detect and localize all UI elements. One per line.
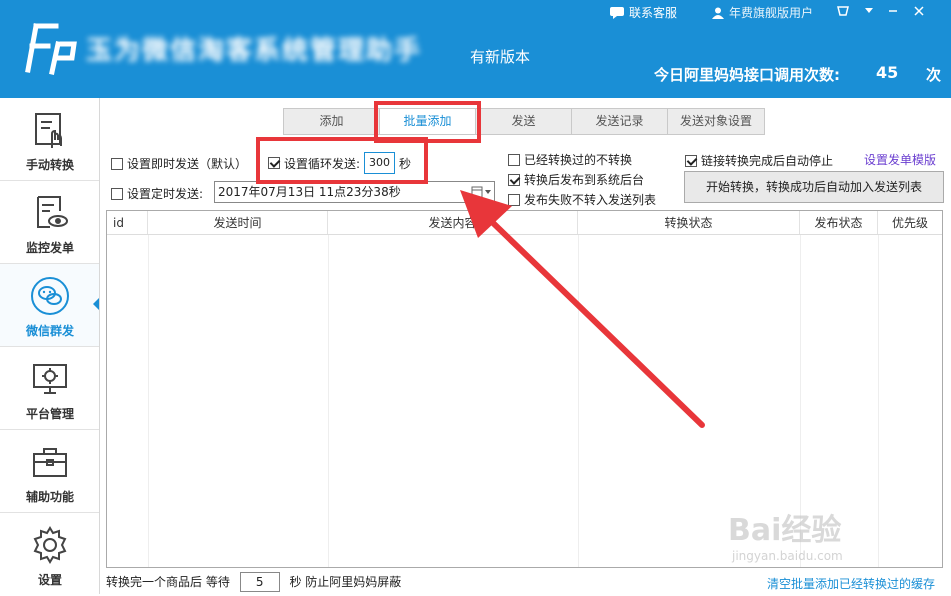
user-label: 年费旗舰版用户 [729, 6, 814, 20]
clear-cache-link[interactable]: 清空批量添加已经转换过的缓存 [767, 575, 935, 592]
sidebar-item-monitor[interactable]: 监控发单 [0, 181, 99, 264]
timed-send-value: 2017年07月13日 11点23分38秒 [218, 185, 401, 199]
sidebar-item-label: 辅助功能 [25, 490, 74, 504]
menu-button[interactable] [856, 0, 882, 22]
contact-service[interactable]: 联系客服 [610, 4, 677, 21]
platform-icon [33, 364, 67, 394]
skip-converted-option[interactable]: 已经转换过的不转换 [508, 151, 632, 168]
watermark-site: jingyan.baidu.com [732, 549, 843, 563]
wait-suffix: 秒 防止阿里妈妈屏蔽 [289, 575, 402, 589]
close-button[interactable] [906, 0, 932, 22]
api-calls-unit: 次 [926, 66, 942, 84]
sidebar-item-settings[interactable]: 设置 [0, 513, 99, 596]
user-icon [712, 7, 724, 19]
auto-stop-checkbox[interactable] [685, 154, 697, 167]
wait-setting: 转换完一个商品后 等待 5 秒 防止阿里妈妈屏蔽 [106, 572, 401, 592]
sidebar-item-tools[interactable]: 辅助功能 [0, 430, 99, 513]
app-header: 玉为微信淘客系统管理助手 有新版本 联系客服 年费旗舰版用户 今日阿里妈妈接口调… [0, 0, 951, 98]
instant-send-checkbox[interactable] [111, 157, 123, 170]
app-title: 玉为微信淘客系统管理助手 [86, 36, 423, 66]
auto-stop-option[interactable]: 链接转换完成后自动停止 [685, 152, 833, 169]
skip-converted-label: 已经转换过的不转换 [524, 153, 633, 167]
gear-icon [33, 526, 67, 564]
api-calls-count: 45 [876, 63, 899, 82]
sidebar-item-label: 平台管理 [25, 407, 74, 421]
wait-prefix: 转换完一个商品后 等待 [106, 575, 230, 589]
monitor-icon [37, 196, 68, 228]
new-version-link[interactable]: 有新版本 [470, 46, 530, 67]
timed-send-checkbox[interactable] [111, 187, 123, 200]
col-divider [148, 235, 149, 567]
sidebar-item-manual-convert[interactable]: 手动转换 [0, 98, 99, 181]
annotation-arrow [460, 190, 705, 428]
toolbox-icon [33, 448, 67, 477]
skip-converted-checkbox[interactable] [508, 153, 520, 166]
contact-label: 联系客服 [629, 6, 678, 20]
sidebar-item-label: 微信群发 [25, 324, 74, 338]
sidebar-item-label: 设置 [37, 573, 62, 587]
api-calls-label: 今日阿里妈妈接口调用次数: [654, 66, 840, 84]
chat-icon [610, 6, 624, 19]
instant-send-label: 设置即时发送（默认） [127, 157, 248, 171]
tab-send-log[interactable]: 发送记录 [571, 108, 668, 135]
col-divider [878, 235, 879, 567]
user-account[interactable]: 年费旗舰版用户 [712, 4, 813, 21]
app-logo-icon [25, 23, 77, 75]
tab-bar: 添加 批量添加 发送 发送记录 发送对象设置 [283, 108, 765, 135]
minimize-icon [889, 10, 897, 12]
tab-send[interactable]: 发送 [475, 108, 572, 135]
tab-add[interactable]: 添加 [283, 108, 380, 135]
col-publish-status[interactable]: 发布状态 [800, 211, 878, 234]
timed-send-label: 设置定时发送: [127, 187, 204, 201]
template-settings-link[interactable]: 设置发单模版 [864, 151, 936, 168]
start-convert-button[interactable]: 开始转换，转换成功后自动加入发送列表 [684, 171, 944, 203]
sidebar: 手动转换 监控发单 微信群发 平台管理 辅助功能 设置 [0, 98, 100, 594]
minimize-button[interactable] [880, 0, 906, 22]
chevron-down-icon [865, 8, 873, 13]
col-priority[interactable]: 优先级 [878, 211, 942, 234]
col-id[interactable]: id [107, 211, 148, 234]
auto-stop-label: 链接转换完成后自动停止 [701, 154, 834, 168]
wait-seconds-input[interactable]: 5 [239, 572, 280, 592]
timed-send-option[interactable]: 设置定时发送: [111, 185, 203, 202]
hand-convert-icon [35, 113, 62, 148]
wechat-icon [31, 277, 69, 315]
instant-send-option[interactable]: 设置即时发送（默认） [111, 155, 247, 172]
close-icon [914, 6, 924, 16]
watermark-logo: Bai经验 [728, 513, 842, 548]
col-divider [328, 235, 329, 567]
col-send-time[interactable]: 发送时间 [148, 211, 328, 234]
skin-icon [837, 6, 849, 16]
highlight-box-loop-send [256, 137, 428, 184]
tab-target-settings[interactable]: 发送对象设置 [667, 108, 765, 135]
sidebar-item-wechat-broadcast[interactable]: 微信群发 [0, 264, 99, 347]
sidebar-item-platform[interactable]: 平台管理 [0, 347, 99, 430]
skin-button[interactable] [830, 0, 856, 22]
sidebar-item-label: 手动转换 [25, 158, 74, 172]
sidebar-item-label: 监控发单 [25, 241, 74, 255]
